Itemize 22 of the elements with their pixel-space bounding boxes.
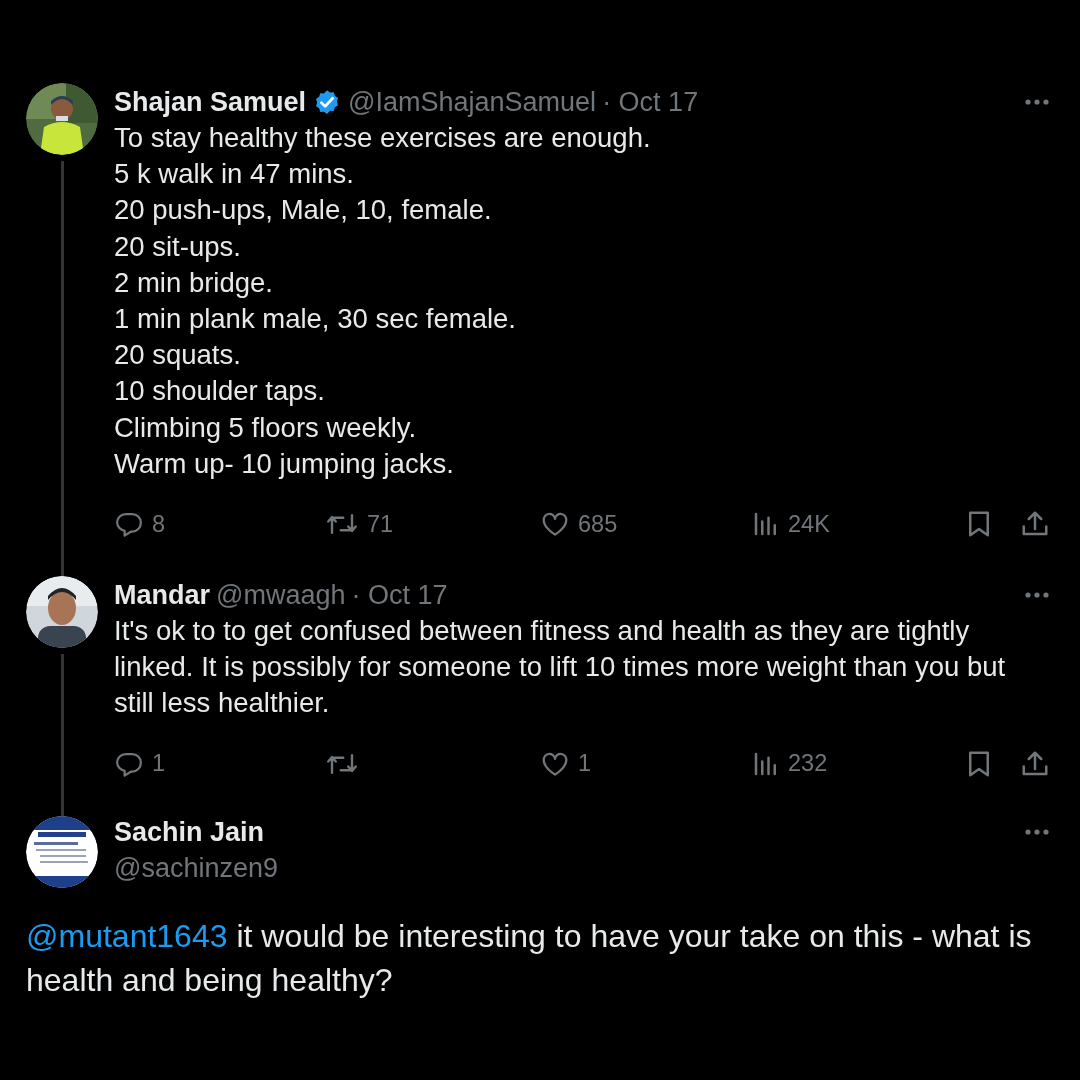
post-date[interactable]: · Oct 17 [351,577,448,614]
views-count: 232 [788,750,828,778]
post-date[interactable]: · Oct 17 [602,84,699,120]
user-handle[interactable]: @IamShajanSamuel [348,84,597,120]
mention-link[interactable]: @mutant1643 [26,917,228,954]
more-icon[interactable] [1024,827,1050,836]
more-icon[interactable] [1024,98,1050,106]
more-icon[interactable] [1024,591,1050,600]
post-text: To stay healthy these exercises are enough. 5 k walk in 47 mins. 20 push-ups, Male, 10, female. 20 sit-ups. 2 min bridge. 1 min plank male, 30 sec female. 20 squats. 10 shoulder taps. Climbing 5 floors weekly. Warm up- 10 jumping jacks. [114,121,652,481]
user-handle[interactable]: @mwaagh [216,577,346,614]
user-name[interactable]: Sachin Jain [114,813,278,850]
likes-count: 685 [578,510,618,538]
reposts-count: 71 [367,510,394,538]
replies-count: 8 [152,510,166,538]
views-count: 24K [788,510,830,538]
replies-count: 1 [152,750,166,778]
user-name[interactable]: Mandar [114,577,211,614]
post-text: @mutant1643 it would be interesting to have your take on this - what is health and being healthy? [26,916,1033,1000]
post-text: It's ok to to get confused between fitness and health as they are tightly linked. It is possibly for someone to lift 10 times more weight than you but still less healthier. [114,614,1007,721]
likes-count: 1 [578,750,592,778]
user-name[interactable]: Shajan Samuel [114,84,307,120]
user-handle[interactable]: @sachinzen9 [114,849,278,886]
